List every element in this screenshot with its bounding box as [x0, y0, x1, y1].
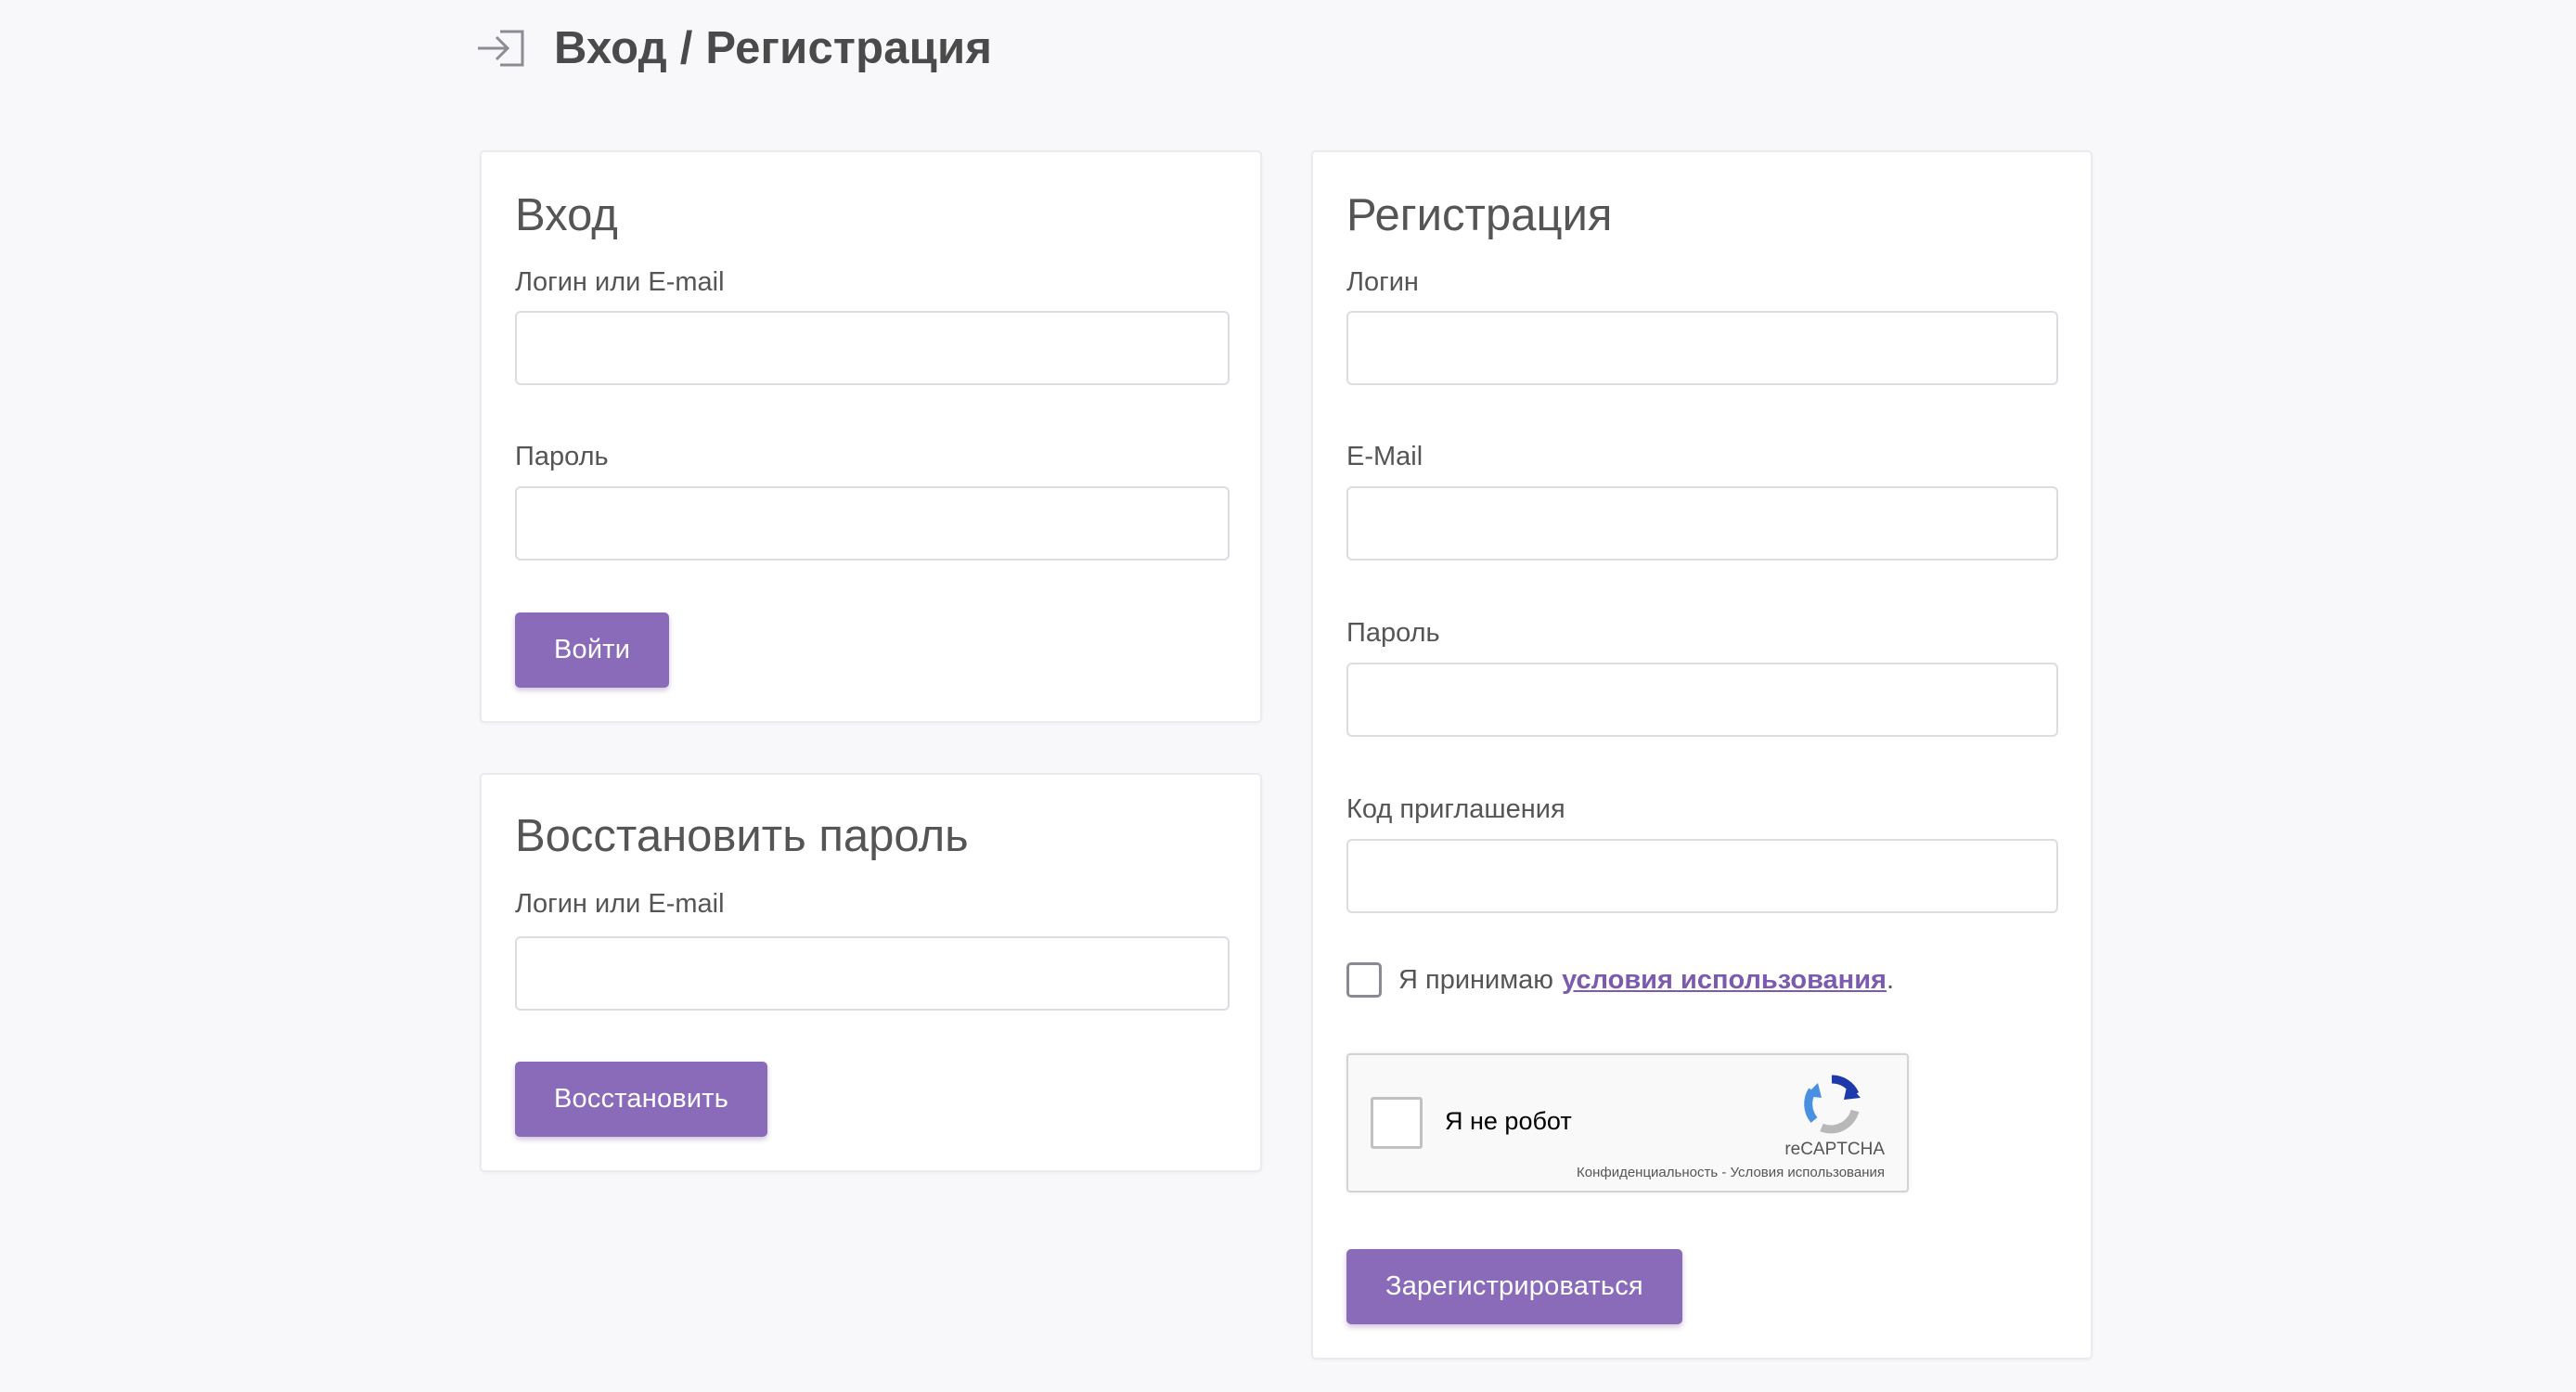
recaptcha-label: Я не робот [1445, 1107, 1572, 1135]
recover-username-input[interactable] [515, 936, 1230, 1011]
register-login-input[interactable] [1346, 311, 2058, 385]
register-email-label: E-Mail [1346, 442, 1423, 471]
login-password-label: Пароль [515, 442, 609, 471]
register-password-label: Пароль [1346, 618, 1440, 648]
register-password-input[interactable] [1346, 663, 2058, 737]
terms-row: Я принимаю условия использования . [1346, 960, 1894, 1000]
terms-checkbox[interactable] [1346, 962, 1382, 998]
page-title: Вход / Регистрация [554, 23, 993, 73]
login-password-input[interactable] [515, 486, 1230, 561]
login-button[interactable]: Войти [515, 612, 670, 688]
invite-code-input[interactable] [1346, 839, 2058, 913]
recaptcha-widget: Я не робот reCAPTCHA Конфиденциальность … [1346, 1053, 1909, 1192]
login-title: Вход [515, 190, 618, 240]
login-arrow-icon [476, 28, 526, 69]
recover-button[interactable]: Восстановить [515, 1062, 768, 1137]
recaptcha-brand: reCAPTCHA [1784, 1140, 1885, 1159]
recaptcha-terms-link[interactable]: Условия использования [1731, 1165, 1886, 1180]
register-card: Регистрация Логин E-Mail Пароль Код приг… [1311, 150, 2093, 1360]
terms-suffix: . [1886, 964, 1895, 995]
page-header: Вход / Регистрация [476, 20, 992, 76]
page: Вход / Регистрация Вход Логин или E-mail… [0, 0, 2576, 1392]
terms-prefix: Я принимаю [1398, 964, 1554, 995]
register-login-label: Логин [1346, 267, 1419, 297]
recover-username-label: Логин или E-mail [515, 889, 725, 919]
login-card: Вход Логин или E-mail Пароль Войти [480, 150, 1262, 723]
recaptcha-logo-icon [1801, 1074, 1862, 1135]
register-button[interactable]: Зарегистрироваться [1346, 1249, 1682, 1324]
recaptcha-checkbox[interactable] [1371, 1097, 1423, 1149]
invite-code-label: Код приглашения [1346, 794, 1565, 824]
register-title: Регистрация [1346, 190, 1613, 240]
terms-link[interactable]: условия использования [1562, 965, 1887, 996]
recaptcha-privacy-link[interactable]: Конфиденциальность [1577, 1165, 1718, 1180]
recaptcha-links: Конфиденциальность - Условия использован… [1577, 1165, 1885, 1180]
recover-title: Восстановить пароль [515, 811, 969, 861]
login-username-label: Логин или E-mail [515, 267, 725, 297]
login-username-input[interactable] [515, 311, 1230, 385]
recaptcha-separator: - [1718, 1165, 1731, 1180]
register-email-input[interactable] [1346, 486, 2058, 561]
recover-password-card: Восстановить пароль Логин или E-mail Вос… [480, 773, 1262, 1172]
